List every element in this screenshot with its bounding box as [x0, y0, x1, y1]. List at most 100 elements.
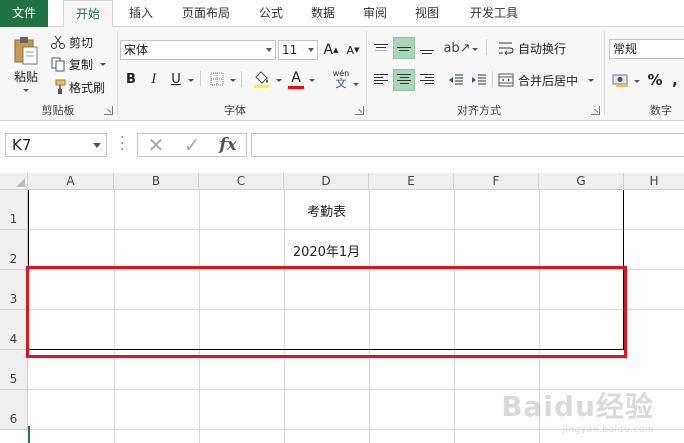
align-center-button[interactable] — [393, 69, 415, 91]
column-header-d[interactable]: D — [284, 173, 369, 190]
shrink-font-button[interactable]: A ▼ — [344, 40, 362, 60]
align-middle-icon — [397, 47, 411, 53]
font-color-button[interactable]: A — [287, 67, 305, 91]
orientation-dropdown-icon[interactable] — [472, 48, 478, 51]
formula-buttons: ✕ ✓ fx — [137, 133, 247, 157]
fill-color-button[interactable] — [252, 67, 272, 91]
column-header-h[interactable]: H — [624, 173, 684, 190]
fill-color-dropdown-icon[interactable] — [276, 79, 282, 82]
comma-button[interactable]: , — [668, 69, 682, 91]
bold-button[interactable]: B — [122, 69, 140, 89]
align-top-icon — [374, 43, 388, 53]
row-header-3[interactable]: 3 — [0, 270, 28, 310]
tab-page-layout[interactable]: 页面布局 — [172, 0, 240, 27]
phonetic-button[interactable]: wén 文 — [330, 67, 352, 91]
tab-home[interactable]: 开始 — [63, 0, 113, 28]
decrease-indent-icon — [449, 74, 463, 85]
underline-button[interactable]: U — [167, 69, 185, 89]
borders-button[interactable] — [207, 69, 227, 89]
name-box-value: K7 — [12, 136, 32, 154]
enter-icon[interactable]: ✓ — [178, 134, 206, 156]
orientation-button[interactable]: ab↗ — [443, 37, 470, 59]
underline-dropdown-icon[interactable] — [188, 79, 194, 82]
italic-button[interactable]: I — [145, 69, 163, 89]
font-color-icon: A — [291, 69, 301, 86]
watermark-brand: Baidu经验 — [501, 390, 654, 423]
grow-font-button[interactable]: A ▲ — [322, 40, 340, 60]
align-top-button[interactable] — [371, 37, 391, 59]
column-header-b[interactable]: B — [114, 173, 199, 190]
toolbar-divider — [492, 71, 493, 87]
font-name-combo[interactable]: 宋体 — [120, 40, 276, 60]
gridline — [28, 229, 684, 230]
row-header-5[interactable]: 5 — [0, 350, 28, 390]
clipboard-launcher-icon[interactable] — [104, 106, 113, 115]
row-header-6[interactable]: 6 — [0, 390, 28, 430]
toolbar-divider — [200, 71, 201, 87]
shrink-font-icon: A — [346, 43, 355, 57]
cancel-icon[interactable]: ✕ — [142, 134, 170, 156]
paste-button[interactable]: 粘贴 — [8, 33, 44, 95]
name-box[interactable]: K7 — [5, 133, 107, 157]
font-name-value: 宋体 — [124, 43, 149, 57]
paste-label: 粘贴 — [13, 70, 38, 84]
clipboard-group-label: 剪贴板 — [41, 104, 75, 117]
increase-indent-button[interactable] — [469, 69, 489, 91]
alignment-launcher-icon[interactable] — [591, 106, 600, 115]
column-header-f[interactable]: F — [454, 173, 539, 190]
align-left-button[interactable] — [371, 69, 391, 91]
worksheet-grid[interactable]: A B C D E F G H 1 2 3 4 5 6 考勤表 2020年1月 … — [0, 173, 684, 443]
row-header-1[interactable]: 1 — [0, 190, 28, 230]
font-color-swatch — [288, 85, 304, 89]
select-all-button[interactable] — [0, 173, 28, 190]
align-right-button[interactable] — [417, 69, 437, 91]
column-header-g[interactable]: G — [539, 173, 624, 190]
wrap-text-button[interactable]: 自动换行 — [498, 37, 566, 59]
align-right-icon — [420, 74, 434, 86]
tab-view[interactable]: 视图 — [406, 0, 448, 27]
percent-button[interactable]: % — [645, 69, 665, 91]
accounting-format-button[interactable] — [610, 69, 632, 91]
cell-d1-title[interactable]: 考勤表 — [284, 201, 369, 220]
align-middle-button[interactable] — [393, 37, 415, 59]
formula-input[interactable] — [251, 133, 684, 157]
cell-d2-month[interactable]: 2020年1月 — [284, 241, 369, 260]
borders-dropdown-icon[interactable] — [230, 79, 236, 82]
number-format-combo[interactable]: 常规 — [609, 39, 684, 59]
phonetic-dropdown-icon[interactable] — [353, 83, 359, 86]
tab-data[interactable]: 数据 — [302, 0, 344, 27]
tab-file[interactable]: 文件 — [0, 0, 48, 27]
row-header-2[interactable]: 2 — [0, 230, 28, 270]
row-header-4[interactable]: 4 — [0, 310, 28, 350]
formula-bar-grip-icon[interactable]: · · · — [120, 131, 124, 157]
merge-dropdown-icon — [588, 78, 595, 82]
align-center-icon — [397, 74, 411, 86]
copy-label: 复制 — [69, 57, 94, 72]
accounting-dropdown-icon[interactable] — [634, 80, 640, 83]
tab-developer[interactable]: 开发工具 — [458, 0, 530, 27]
tab-formulas[interactable]: 公式 — [250, 0, 292, 27]
scissors-icon — [51, 35, 65, 49]
column-header-c[interactable]: C — [199, 173, 284, 190]
column-header-a[interactable]: A — [28, 173, 114, 190]
copy-button[interactable]: 复制 — [50, 54, 107, 74]
active-cell-indicator — [28, 426, 30, 443]
font-color-dropdown-icon[interactable] — [309, 79, 315, 82]
tab-review[interactable]: 审阅 — [354, 0, 396, 27]
watermark-url: jingyan.baidu.com — [562, 425, 654, 435]
align-bottom-button[interactable] — [417, 37, 437, 59]
column-header-e[interactable]: E — [369, 173, 454, 190]
cut-button[interactable]: 剪切 — [50, 32, 93, 52]
format-painter-button[interactable]: 格式刷 — [50, 77, 105, 97]
group-divider — [604, 31, 605, 115]
borders-icon — [210, 72, 224, 86]
formula-bar: K7 · · · ✕ ✓ fx — [0, 121, 684, 173]
font-launcher-icon[interactable] — [355, 106, 364, 115]
tab-insert[interactable]: 插入 — [120, 0, 162, 27]
font-size-combo[interactable]: 11 — [278, 40, 318, 60]
insert-function-icon[interactable]: fx — [214, 134, 242, 156]
merge-center-button[interactable]: 合并后居中 — [498, 69, 595, 91]
increase-indent-icon — [472, 74, 486, 85]
copy-icon — [51, 57, 65, 72]
decrease-indent-button[interactable] — [446, 69, 466, 91]
